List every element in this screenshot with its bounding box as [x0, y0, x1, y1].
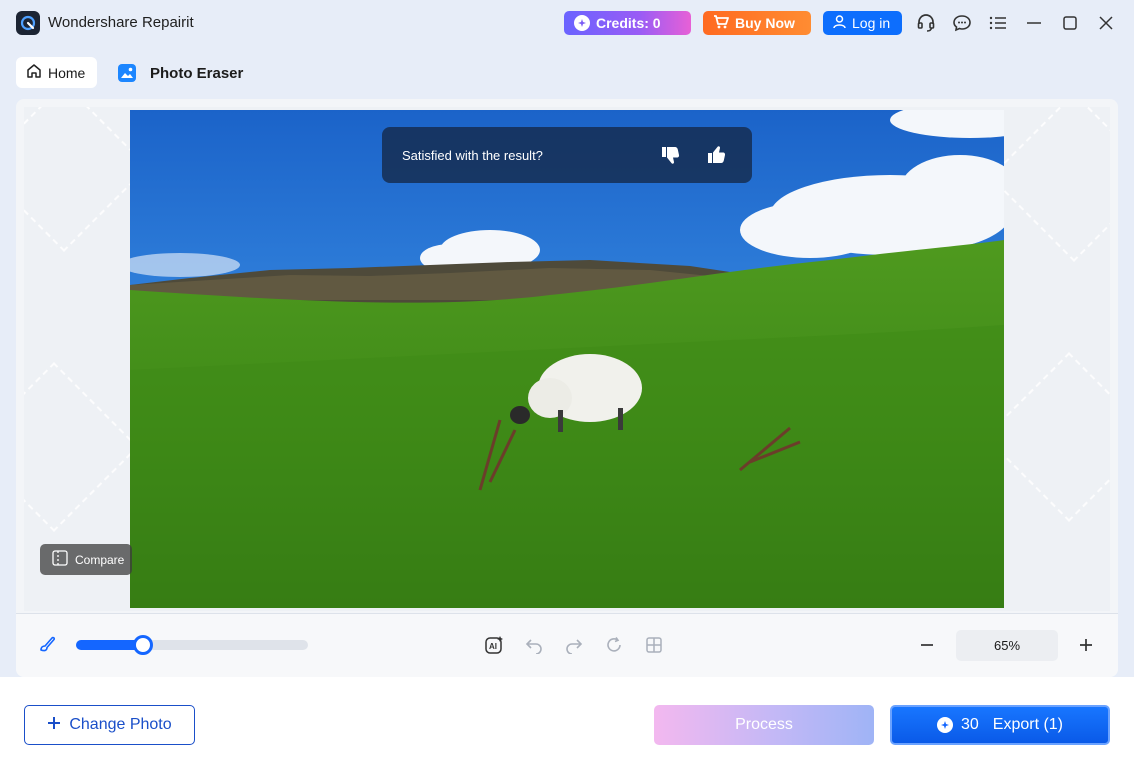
svg-text:AI: AI: [489, 642, 497, 651]
brush-size-slider[interactable]: [76, 635, 308, 655]
layout-icon[interactable]: [644, 635, 664, 655]
zoom-in-icon[interactable]: [1075, 634, 1097, 656]
change-photo-button[interactable]: Change Photo: [24, 705, 195, 745]
credits-coin-icon: [574, 15, 590, 31]
watermark-shape: [24, 362, 139, 532]
buy-now-button[interactable]: Buy Now: [703, 11, 811, 35]
photo-eraser-icon: [118, 64, 136, 82]
app-logo-icon: [16, 11, 40, 35]
canvas-area: Satisfied with the result? Compare: [24, 107, 1110, 611]
page-title: Photo Eraser: [150, 65, 244, 82]
export-label: Export (1): [992, 716, 1064, 733]
editor-toolbar: AI 65%: [16, 613, 1118, 677]
editor-panel: Satisfied with the result? Compare AI 65…: [16, 99, 1118, 677]
undo-icon[interactable]: [524, 635, 544, 655]
compare-label: Compare: [75, 552, 125, 567]
change-photo-label: Change Photo: [69, 716, 172, 733]
close-icon[interactable]: [1095, 12, 1117, 34]
headset-icon[interactable]: [915, 12, 937, 34]
minimize-icon[interactable]: [1023, 12, 1045, 34]
maximize-icon[interactable]: [1059, 12, 1081, 34]
watermark-shape: [989, 107, 1110, 262]
compare-icon: [52, 550, 68, 569]
login-label: Log in: [852, 15, 891, 31]
app-title: Wondershare Repairit: [48, 14, 194, 31]
reset-icon[interactable]: [604, 635, 624, 655]
brush-size-handle[interactable]: [133, 635, 154, 655]
cart-icon: [713, 14, 729, 32]
credits-button[interactable]: Credits: 0: [564, 11, 691, 35]
home-label: Home: [48, 64, 86, 81]
photo-canvas[interactable]: [130, 110, 1004, 608]
home-button[interactable]: Home: [16, 57, 97, 88]
zoom-out-icon[interactable]: [916, 634, 938, 656]
export-button[interactable]: 30 Export (1): [890, 705, 1110, 745]
menu-icon[interactable]: [987, 12, 1009, 34]
process-label: Process: [735, 716, 793, 733]
ai-detect-icon[interactable]: AI: [484, 635, 504, 655]
compare-button[interactable]: Compare: [40, 544, 132, 575]
thumbs-up-icon[interactable]: [704, 143, 728, 167]
user-icon: [833, 14, 846, 32]
export-credit-icon: [936, 717, 953, 733]
brush-icon[interactable]: [38, 634, 58, 654]
home-icon: [26, 63, 42, 82]
thumbs-down-icon[interactable]: [658, 143, 682, 167]
feedback-bar: Satisfied with the result?: [382, 127, 752, 183]
title-bar: Wondershare Repairit Credits: 0 Buy Now …: [0, 0, 1134, 46]
feedback-prompt: Satisfied with the result?: [402, 147, 543, 163]
process-button[interactable]: Process: [654, 705, 874, 745]
bottom-bar: Change Photo Process 30 Export (1): [0, 677, 1134, 773]
redo-icon[interactable]: [564, 635, 584, 655]
plus-icon: [47, 716, 61, 735]
zoom-level[interactable]: 65%: [956, 630, 1058, 661]
login-button[interactable]: Log in: [823, 11, 902, 35]
credits-label: Credits: 0: [596, 15, 661, 31]
buy-now-label: Buy Now: [735, 15, 795, 31]
chat-icon[interactable]: [951, 12, 973, 34]
export-cost: 30: [960, 716, 979, 733]
